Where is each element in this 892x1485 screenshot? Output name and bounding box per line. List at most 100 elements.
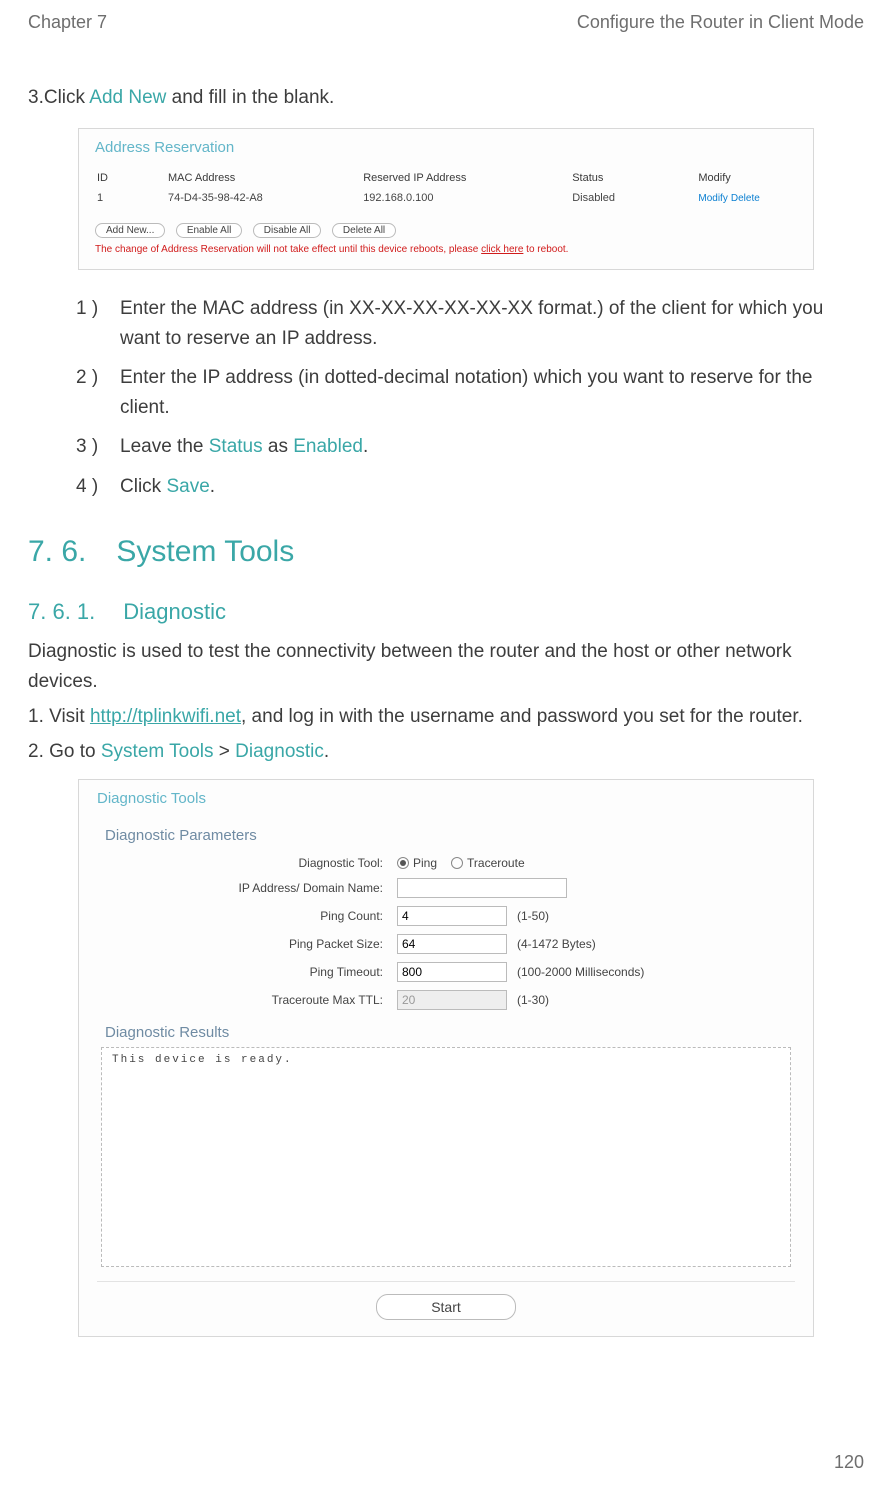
section-number: 7. 6.: [28, 535, 86, 569]
warning-text: to reboot.: [523, 244, 568, 255]
col-mac: MAC Address: [168, 172, 361, 190]
traceroute-ttl-input: [397, 990, 507, 1010]
diag-step-1: 1. Visit http://tplinkwifi.net, and log …: [28, 702, 864, 731]
ping-radio-input[interactable]: [397, 857, 409, 869]
ip-address-label: IP Address/ Domain Name:: [97, 881, 397, 895]
modify-link[interactable]: Modify: [698, 193, 727, 204]
parameters-title: Diagnostic Parameters: [105, 827, 795, 844]
add-new-button[interactable]: Add New...: [95, 223, 165, 238]
sub-step-marker: 2 ): [76, 363, 120, 422]
status-keyword: Status: [209, 436, 263, 457]
ping-count-row: Ping Count: (1-50): [97, 906, 795, 926]
packet-size-row: Ping Packet Size: (4-1472 Bytes): [97, 934, 795, 954]
chapter-label: Chapter 7: [28, 12, 107, 33]
results-box: This device is ready.: [101, 1047, 791, 1267]
diagnostic-link[interactable]: Diagnostic: [235, 741, 324, 762]
diagnostic-intro: Diagnostic is used to test the connectiv…: [28, 637, 864, 696]
packet-size-input[interactable]: [397, 934, 507, 954]
sub-step-marker: 1 ): [76, 294, 120, 353]
traceroute-ttl-label: Traceroute Max TTL:: [97, 993, 397, 1007]
cell-modify: Modify Delete: [698, 192, 795, 212]
ping-radio[interactable]: Ping: [397, 856, 437, 870]
disable-all-button[interactable]: Disable All: [253, 223, 322, 238]
ping-count-label: Ping Count:: [97, 909, 397, 923]
diagnostic-tools-panel: Diagnostic Tools Diagnostic Parameters D…: [78, 779, 814, 1337]
text: >: [214, 741, 236, 762]
cell-id: 1: [97, 192, 166, 212]
section-title: System Tools: [116, 535, 294, 568]
address-reservation-panel: Address Reservation ID MAC Address Reser…: [78, 128, 814, 270]
traceroute-ttl-hint: (1-30): [517, 993, 549, 1007]
sub-step-1: 1 ) Enter the MAC address (in XX-XX-XX-X…: [76, 294, 864, 353]
text: Visit: [49, 706, 90, 727]
traceroute-radio[interactable]: Traceroute: [451, 856, 525, 870]
results-title: Diagnostic Results: [105, 1024, 795, 1041]
ping-timeout-label: Ping Timeout:: [97, 965, 397, 979]
cell-status: Disabled: [572, 192, 696, 212]
page-title: Configure the Router in Client Mode: [577, 12, 864, 33]
sub-step-text: Enter the IP address (in dotted-decimal …: [120, 363, 864, 422]
reservation-table: ID MAC Address Reserved IP Address Statu…: [95, 170, 797, 214]
tplinkwifi-link[interactable]: http://tplinkwifi.net: [90, 706, 241, 727]
text: .: [324, 741, 329, 762]
sub-step-text: Leave the Status as Enabled.: [120, 432, 368, 461]
ping-count-input[interactable]: [397, 906, 507, 926]
ping-timeout-input[interactable]: [397, 962, 507, 982]
delete-link[interactable]: Delete: [731, 193, 760, 204]
step-number: 3.: [28, 83, 44, 112]
system-tools-link[interactable]: System Tools: [101, 741, 214, 762]
enabled-keyword: Enabled: [293, 436, 363, 457]
ping-timeout-row: Ping Timeout: (100-2000 Milliseconds): [97, 962, 795, 982]
col-ip: Reserved IP Address: [363, 172, 570, 190]
sub-step-list: 1 ) Enter the MAC address (in XX-XX-XX-X…: [76, 294, 864, 501]
save-keyword[interactable]: Save: [166, 476, 209, 497]
ip-address-input[interactable]: [397, 878, 567, 898]
step-3: 3. Click Add New and fill in the blank.: [28, 83, 864, 112]
warning-text: The change of Address Reservation will n…: [95, 244, 481, 255]
packet-size-hint: (4-1472 Bytes): [517, 937, 596, 951]
ip-address-row: IP Address/ Domain Name:: [97, 878, 795, 898]
section-heading: 7. 6. System Tools: [28, 535, 864, 569]
subsection-number: 7. 6. 1.: [28, 599, 95, 625]
step-number: 1.: [28, 706, 49, 727]
diag-step-2: 2. Go to System Tools > Diagnostic.: [28, 737, 864, 766]
text: Go to: [49, 741, 101, 762]
cell-mac: 74-D4-35-98-42-A8: [168, 192, 361, 212]
col-modify: Modify: [698, 172, 795, 190]
col-id: ID: [97, 172, 166, 190]
sub-step-marker: 4 ): [76, 472, 120, 501]
sub-step-text: Enter the MAC address (in XX-XX-XX-XX-XX…: [120, 294, 864, 353]
panel-title: Address Reservation: [95, 139, 797, 156]
traceroute-radio-input[interactable]: [451, 857, 463, 869]
step-number: 2.: [28, 741, 49, 762]
table-button-row: Add New... Enable All Disable All Delete…: [95, 220, 797, 238]
page-header: Chapter 7 Configure the Router in Client…: [28, 12, 864, 33]
add-new-link[interactable]: Add New: [89, 87, 166, 108]
text: Click: [120, 476, 166, 497]
subsection-title: Diagnostic: [123, 599, 226, 624]
sub-step-3: 3 ) Leave the Status as Enabled.: [76, 432, 864, 461]
text: Leave the: [120, 436, 209, 457]
reboot-link[interactable]: click here: [481, 244, 523, 255]
ping-timeout-hint: (100-2000 Milliseconds): [517, 965, 644, 979]
divider: [97, 1281, 795, 1282]
delete-all-button[interactable]: Delete All: [332, 223, 396, 238]
table-row: 1 74-D4-35-98-42-A8 192.168.0.100 Disabl…: [97, 192, 795, 212]
sub-step-text: Click Save.: [120, 472, 215, 501]
ping-count-hint: (1-50): [517, 909, 549, 923]
text: as: [263, 436, 294, 457]
col-status: Status: [572, 172, 696, 190]
panel-title: Diagnostic Tools: [97, 790, 795, 807]
enable-all-button[interactable]: Enable All: [176, 223, 242, 238]
sub-step-2: 2 ) Enter the IP address (in dotted-deci…: [76, 363, 864, 422]
text: and fill in the blank.: [166, 87, 334, 108]
subsection-heading: 7. 6. 1. Diagnostic: [28, 599, 864, 625]
cell-ip: 192.168.0.100: [363, 192, 570, 212]
start-button[interactable]: Start: [376, 1294, 516, 1320]
traceroute-ttl-row: Traceroute Max TTL: (1-30): [97, 990, 795, 1010]
text: .: [363, 436, 368, 457]
sub-step-4: 4 ) Click Save.: [76, 472, 864, 501]
results-text: This device is ready.: [112, 1054, 293, 1066]
ping-label: Ping: [413, 856, 437, 870]
reboot-warning: The change of Address Reservation will n…: [95, 244, 797, 255]
